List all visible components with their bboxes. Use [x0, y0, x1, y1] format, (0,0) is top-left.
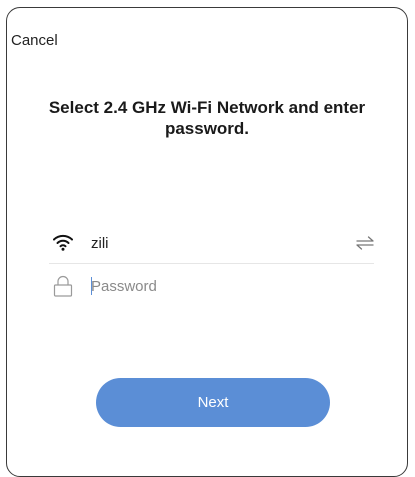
password-input[interactable]: [91, 274, 361, 298]
wifi-setup-sheet: Cancel Select 2.4 GHz Wi-Fi Network and …: [6, 7, 408, 477]
cancel-button[interactable]: Cancel: [11, 32, 58, 49]
swap-arrows-icon[interactable]: [356, 236, 374, 250]
wifi-icon: [53, 234, 73, 251]
wifi-network-row[interactable]: zili: [49, 223, 374, 264]
password-row: [49, 268, 374, 308]
lock-icon: [53, 275, 73, 297]
next-button[interactable]: Next: [96, 378, 330, 427]
network-ssid: zili: [91, 235, 109, 252]
page-title: Select 2.4 GHz Wi-Fi Network and enter p…: [48, 98, 366, 138]
